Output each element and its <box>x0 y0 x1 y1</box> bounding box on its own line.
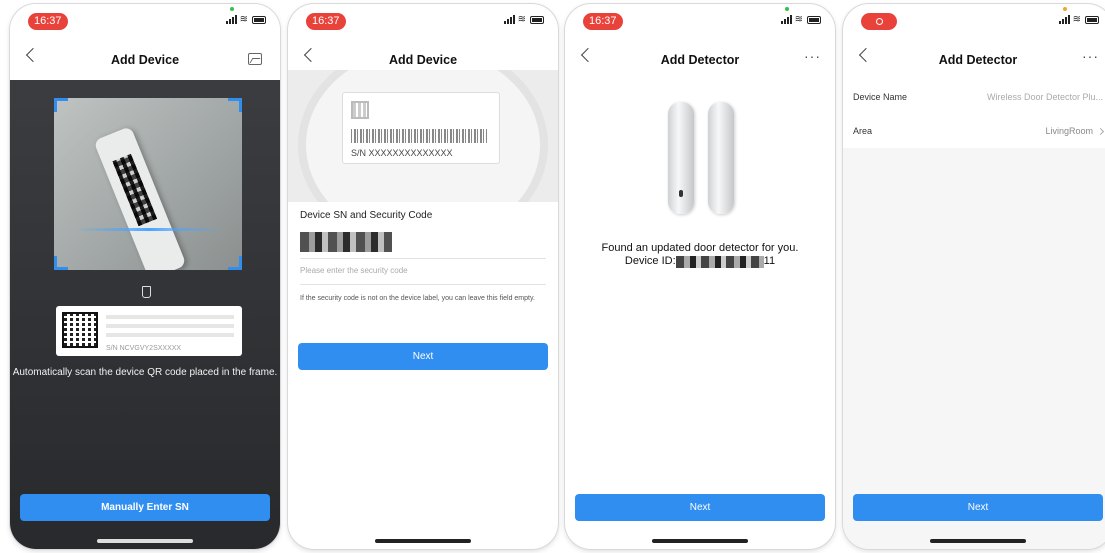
door-detector-magnet <box>708 102 734 214</box>
frame-corner <box>54 98 68 112</box>
status-bar: 16:37 ≋ <box>565 4 835 40</box>
status-time: 16:37 <box>28 13 68 30</box>
qr-code-icon <box>351 101 369 119</box>
sn-text: S/N XXXXXXXXXXXXXX <box>351 148 453 158</box>
home-indicator <box>652 539 748 543</box>
barcode-icon <box>351 129 487 143</box>
device-label-illustration: S/N XXXXXXXXXXXXXX <box>288 70 558 202</box>
status-bar: 16:37 ≋ <box>10 4 280 40</box>
screen-recording-icon <box>861 13 897 30</box>
frame-corner <box>228 256 242 270</box>
status-bar: 16:37 ≋ <box>288 4 558 40</box>
camera-indicator-icon <box>230 7 234 11</box>
system-icons: ≋ <box>780 14 821 25</box>
flashlight-icon[interactable] <box>142 286 151 298</box>
more-icon[interactable]: ··· <box>1082 48 1099 64</box>
back-icon[interactable] <box>858 47 874 63</box>
door-detector-body <box>668 102 694 214</box>
page-title: Add Detector <box>938 53 1018 67</box>
status-time: 16:37 <box>306 13 346 30</box>
battery-icon <box>530 15 544 24</box>
manually-enter-sn-button[interactable]: Manually Enter SN <box>20 494 270 521</box>
found-text: Found an updated door detector for you. <box>601 242 799 254</box>
device-id-row: Device ID: 11 <box>565 255 835 268</box>
battery-icon <box>252 15 266 24</box>
device-name-value[interactable]: Wireless Door Detector Plu... <box>987 92 1103 102</box>
device-name-row[interactable]: Device Name Wireless Door Detector Plu..… <box>843 80 1105 114</box>
battery-icon <box>807 15 821 24</box>
more-icon[interactable]: ··· <box>804 48 821 64</box>
system-icons: ≋ <box>225 14 266 25</box>
wifi-icon: ≋ <box>517 14 527 25</box>
sn-value-redacted[interactable] <box>300 232 392 252</box>
gallery-icon[interactable] <box>248 53 262 65</box>
signal-icon <box>503 15 515 24</box>
scan-line <box>74 228 224 231</box>
row-label: Device Name <box>853 92 908 102</box>
divider <box>300 258 546 259</box>
sn-label: S/N XXXXXXXXXXXXXX <box>342 92 500 164</box>
system-icons: ≋ <box>1058 14 1099 25</box>
page-title: Add Detector <box>660 53 740 67</box>
found-message: Found an updated door detector for you. … <box>565 242 835 268</box>
security-code-note: If the security code is not on the devic… <box>300 295 535 302</box>
phone-screen-found-detector: 16:37 ≋ Add Detector ··· Found an update… <box>565 4 835 549</box>
next-button[interactable]: Next <box>575 494 825 521</box>
device-image <box>93 125 187 270</box>
qr-code-icon <box>62 312 98 348</box>
home-indicator <box>375 539 471 543</box>
microphone-indicator-icon <box>1063 7 1067 11</box>
phone-screen-scan: 16:37 ≋ Add Device S/N NCVGVY2SXXXXX Aut… <box>10 4 280 549</box>
divider <box>300 284 546 285</box>
nav-bar: Add Detector ··· <box>565 40 835 80</box>
phone-screen-detector-form: ≋ Add Detector ··· Device Name Wireless … <box>843 4 1105 549</box>
next-button[interactable]: Next <box>298 343 548 370</box>
led-icon <box>679 190 683 197</box>
next-button[interactable]: Next <box>853 494 1103 521</box>
row-label: Area <box>853 126 873 136</box>
area-row[interactable]: Area LivingRoom <box>843 114 1105 148</box>
device-id-suffix: 11 <box>763 255 776 267</box>
security-code-input[interactable]: Please enter the security code <box>300 266 408 275</box>
scan-frame <box>54 98 242 270</box>
phone-screen-manual-sn: 16:37 ≋ Add Device S/N XXXXXXXXXXXXXX De… <box>288 4 558 549</box>
camera-indicator-icon <box>785 7 789 11</box>
form-background <box>843 80 1105 549</box>
home-indicator <box>930 539 1026 543</box>
signal-icon <box>1058 15 1070 24</box>
area-value[interactable]: LivingRoom <box>1045 126 1093 136</box>
status-time: 16:37 <box>583 13 623 30</box>
wifi-icon: ≋ <box>794 14 804 25</box>
home-indicator <box>97 539 193 543</box>
status-bar: ≋ <box>843 4 1105 40</box>
scan-hint: Automatically scan the device QR code pl… <box>12 367 278 378</box>
page-title: Add Device <box>110 53 180 67</box>
back-icon[interactable] <box>25 47 41 63</box>
chevron-right-icon <box>1096 127 1105 135</box>
frame-corner <box>228 98 242 112</box>
device-id-label: Device ID: <box>624 255 676 267</box>
label-sn: S/N NCVGVY2SXXXXX <box>106 345 182 352</box>
back-icon[interactable] <box>303 47 319 63</box>
battery-icon <box>1085 15 1099 24</box>
nav-bar: Add Device <box>10 40 280 80</box>
page-title: Add Device <box>388 53 458 67</box>
device-id-redacted <box>675 255 764 268</box>
signal-icon <box>225 15 237 24</box>
wifi-icon: ≋ <box>1072 14 1082 25</box>
system-icons: ≋ <box>503 14 544 25</box>
wifi-icon: ≋ <box>239 14 249 25</box>
frame-corner <box>54 256 68 270</box>
back-icon[interactable] <box>580 47 596 63</box>
qr-label-example: S/N NCVGVY2SXXXXX <box>56 306 242 356</box>
signal-icon <box>780 15 792 24</box>
nav-bar: Add Detector ··· <box>843 40 1105 80</box>
field-title: Device SN and Security Code <box>300 210 433 221</box>
